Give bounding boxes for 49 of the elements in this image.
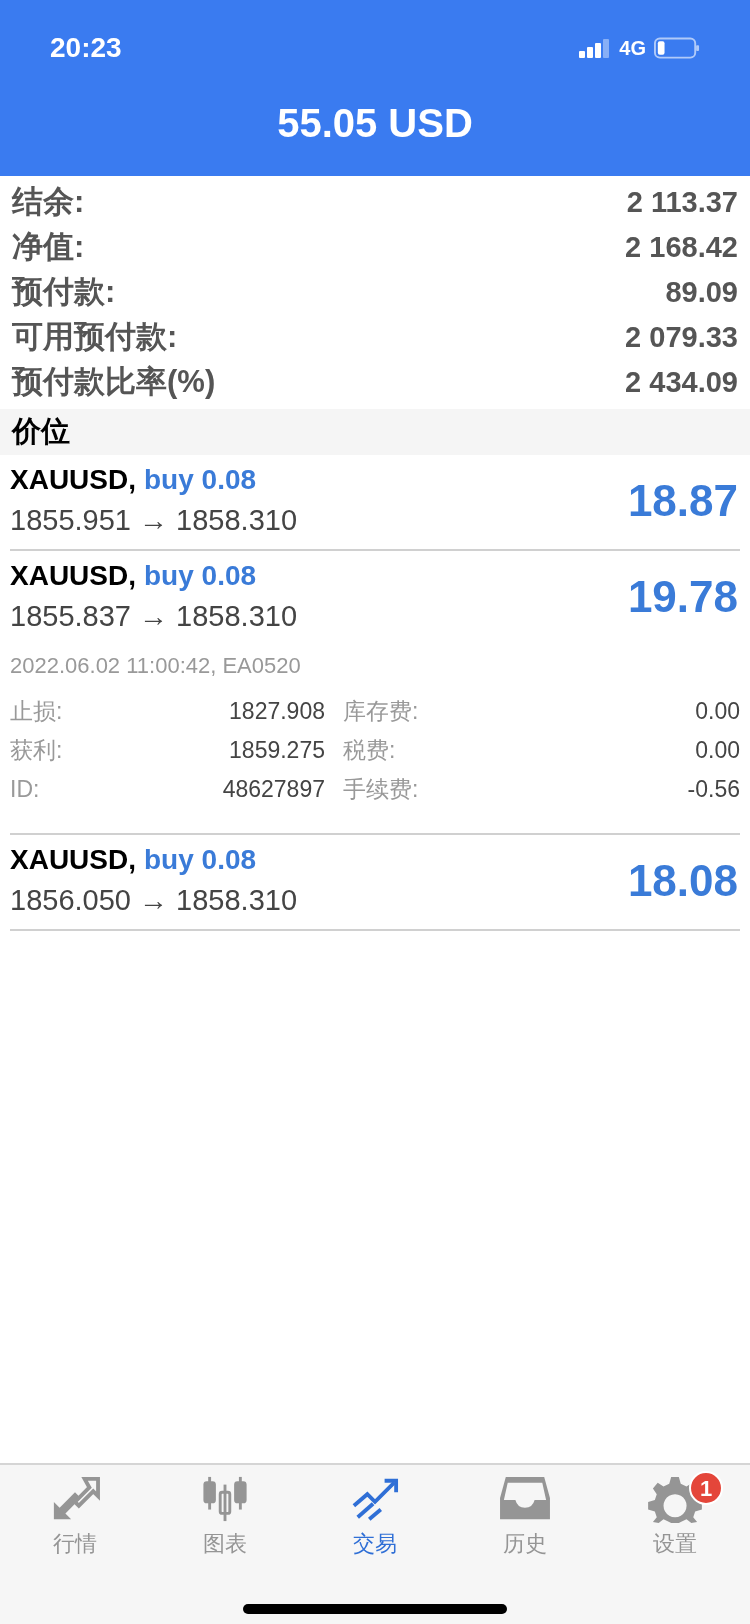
tab-item[interactable]: 图表: [165, 1475, 285, 1560]
tab-item[interactable]: 历史: [465, 1475, 585, 1560]
profit-value: 19.78: [627, 571, 738, 623]
summary-value: 2 113.37: [626, 184, 738, 220]
summary-value: 2 434.09: [625, 364, 738, 400]
summary-value: 2 079.33: [625, 319, 738, 355]
profit-value: 18.08: [627, 855, 738, 907]
tab-item[interactable]: 行情: [15, 1475, 135, 1560]
battery-icon: [654, 37, 700, 59]
detail-label: 库存费:: [343, 697, 419, 727]
network-label: 4G: [619, 36, 646, 61]
symbol-label: XAUUSD,: [10, 843, 136, 877]
detail-value: 0.00: [694, 736, 740, 766]
detail-value: -0.56: [686, 775, 740, 805]
trade-side: buy 0.08: [144, 463, 257, 497]
summary-label: 预付款比率(%): [12, 363, 216, 402]
detail-label: 手续费:: [343, 775, 419, 805]
detail-label: 税费:: [343, 736, 396, 766]
detail-value: 48627897: [221, 775, 325, 805]
position-row[interactable]: XAUUSD, buy 0.08 1855.951 → 1858.310 18.87: [10, 455, 740, 551]
detail-label: ID:: [10, 775, 41, 805]
symbol-label: XAUUSD,: [10, 463, 136, 497]
position-row[interactable]: XAUUSD, buy 0.08 1856.050 → 1858.310 18.08: [10, 835, 740, 931]
signal-icon: [579, 38, 612, 58]
section-title: 价位: [12, 414, 70, 450]
price-range: 1855.951 → 1858.310: [10, 503, 298, 538]
summary-label: 预付款:: [12, 273, 116, 312]
trade-side: buy 0.08: [144, 843, 257, 877]
trade-side: buy 0.08: [144, 559, 257, 593]
summary-label: 净值:: [12, 228, 85, 267]
summary-label: 结余:: [12, 183, 85, 222]
detail-label: 获利:: [10, 736, 64, 766]
position-row[interactable]: XAUUSD, buy 0.08 1855.837 → 1858.310 19.78 2022.06.02 11:00:42, EA0520 止损: 1827.908 库存费: 0.00 获利: 1859.275 税费: 0.00 ID: 48627897 手续费: -0.56: [10, 551, 740, 835]
summary-value: 2 168.42: [625, 229, 738, 265]
detail-value: 0.00: [694, 697, 740, 727]
position-meta: 2022.06.02 11:00:42, EA0520: [10, 652, 302, 680]
notification-badge: 1: [689, 1471, 723, 1505]
clock: 20:23: [50, 31, 122, 65]
summary-label: 可用预付款:: [12, 318, 178, 357]
price-range: 1855.837 → 1858.310: [10, 599, 298, 634]
price-range: 1856.050 → 1858.310: [10, 883, 298, 918]
detail-label: 止损:: [10, 697, 64, 727]
summary-value: 89.09: [665, 274, 738, 310]
symbol-label: XAUUSD,: [10, 559, 136, 593]
tab-item[interactable]: 交易: [315, 1475, 435, 1560]
detail-value: 1827.908: [228, 697, 325, 727]
profit-value: 18.87: [627, 475, 738, 527]
balance-title: 55.05 USD: [277, 100, 473, 147]
detail-value: 1859.275: [228, 736, 325, 766]
